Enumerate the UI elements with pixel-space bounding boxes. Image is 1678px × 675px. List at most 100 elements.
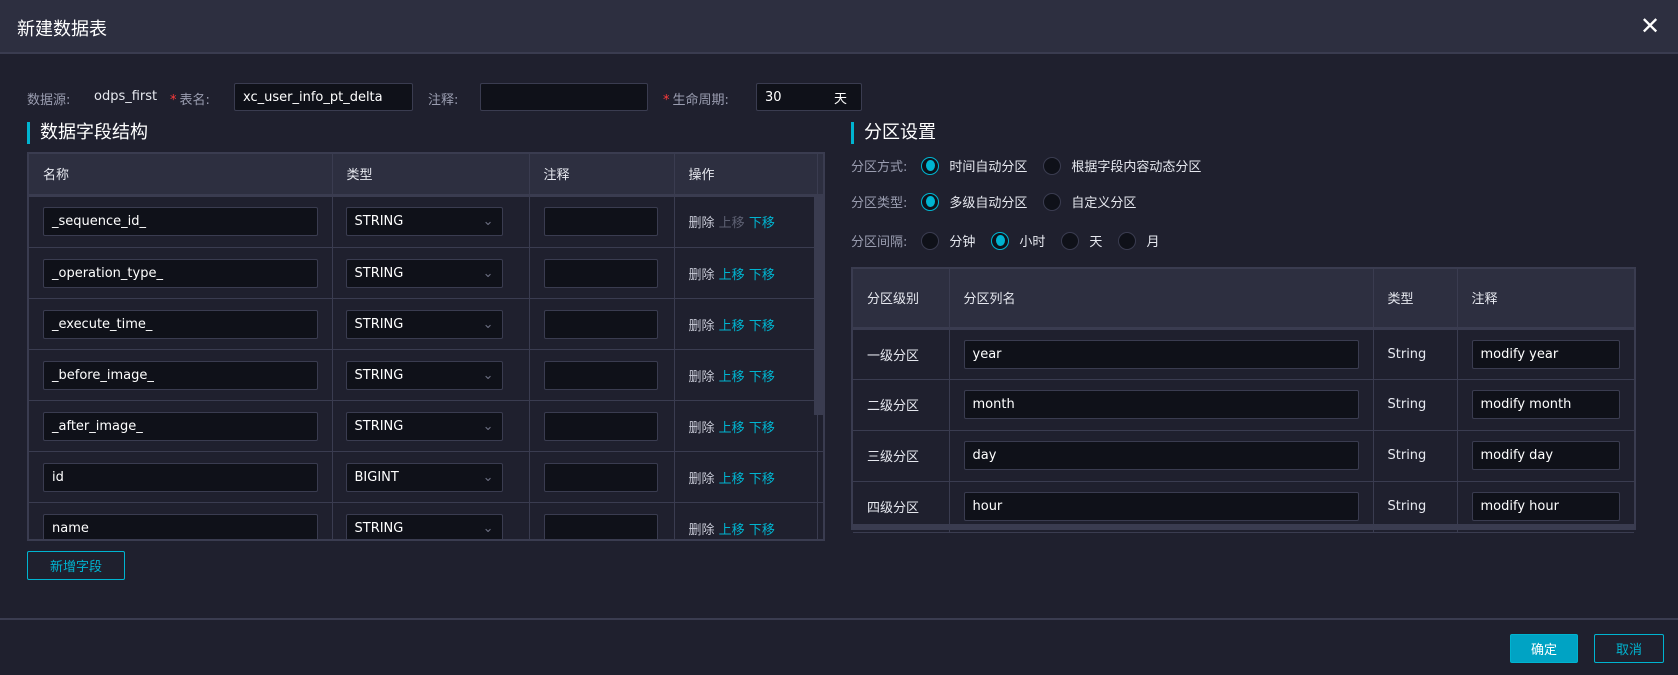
method-radio-option[interactable]: 时间自动分区	[921, 156, 1027, 175]
move-up-link[interactable]: 上移	[719, 421, 745, 436]
move-down-link[interactable]: 下移	[749, 472, 775, 487]
partition-row: 四级分区 hour String modify hour	[853, 481, 1634, 533]
fields-table: 名称 类型 注释 操作 _sequence_id_ STRING ⌄ 删除 上移 …	[27, 152, 825, 541]
table-name-input[interactable]: xc_user_info_pt_delta	[234, 83, 413, 111]
field-type-select[interactable]: STRING ⌄	[345, 513, 503, 539]
delete-link[interactable]: 删除	[689, 268, 715, 283]
interval-radio-option[interactable]: 天	[1061, 231, 1102, 250]
datasource-value: odps_first	[94, 89, 158, 104]
field-row: _operation_type_ STRING ⌄ 删除 上移 下移	[29, 247, 823, 299]
field-comment-input[interactable]	[543, 207, 658, 237]
field-row: _execute_time_ STRING ⌄ 删除 上移 下移	[29, 298, 823, 350]
move-down-link[interactable]: 下移	[749, 216, 775, 231]
type-label: 分区类型:	[851, 196, 908, 211]
col-comment: 注释	[529, 154, 675, 197]
move-up-link[interactable]: 上移	[719, 370, 745, 385]
field-comment-input[interactable]	[543, 360, 658, 390]
field-comment-input[interactable]	[543, 513, 658, 539]
datasource-label: 数据源:	[27, 93, 71, 108]
partition-type: String	[1373, 430, 1458, 482]
partition-comment-input[interactable]: modify day	[1471, 441, 1620, 470]
interval-radio-option[interactable]: 小时	[991, 231, 1045, 250]
field-type-value: STRING	[354, 520, 404, 536]
field-name-input[interactable]: _sequence_id_	[43, 207, 318, 237]
delete-link[interactable]: 删除	[689, 472, 715, 487]
lifecycle-input[interactable]: 30 天	[756, 83, 862, 111]
partition-name-input[interactable]: month	[963, 390, 1359, 419]
delete-link[interactable]: 删除	[689, 370, 715, 385]
field-type-value: STRING	[354, 367, 404, 383]
move-down-link[interactable]: 下移	[749, 523, 775, 538]
field-name-input[interactable]: _execute_time_	[43, 309, 318, 339]
comment-label: 注释:	[428, 93, 459, 108]
field-name-input[interactable]: id	[43, 462, 318, 492]
move-down-link[interactable]: 下移	[749, 319, 775, 334]
field-name-input[interactable]: _after_image_	[43, 411, 318, 441]
chevron-down-icon: ⌄	[482, 214, 494, 230]
partition-comment-input[interactable]: modify year	[1471, 339, 1620, 369]
radio-unchecked-icon	[1043, 156, 1062, 175]
partition-level: 三级分区	[853, 430, 950, 482]
type-radio-option[interactable]: 自定义分区	[1043, 192, 1136, 211]
field-name-input[interactable]: name	[43, 513, 318, 539]
cancel-button[interactable]: 取消	[1594, 634, 1664, 663]
field-row: _after_image_ STRING ⌄ 删除 上移 下移	[29, 400, 823, 452]
move-up-link[interactable]: 上移	[719, 268, 745, 283]
fields-scrollbar[interactable]	[814, 195, 823, 415]
dialog-header	[0, 0, 1678, 54]
field-type-select[interactable]: STRING ⌄	[345, 258, 503, 288]
move-up-link[interactable]: 上移	[719, 472, 745, 487]
radio-unchecked-icon	[1043, 192, 1062, 211]
interval-label: 分区间隔:	[851, 235, 908, 250]
method-radio-option[interactable]: 根据字段内容动态分区	[1043, 156, 1201, 175]
chevron-down-icon: ⌄	[482, 469, 494, 485]
partition-name-input[interactable]: day	[963, 441, 1359, 470]
delete-link[interactable]: 删除	[689, 216, 715, 231]
fields-section-title: 数据字段结构	[27, 122, 148, 144]
comment-input[interactable]	[480, 83, 648, 111]
add-field-button[interactable]: 新增字段	[27, 551, 125, 580]
field-type-select[interactable]: STRING ⌄	[345, 309, 503, 339]
field-comment-input[interactable]	[543, 258, 658, 288]
method-label: 分区方式:	[851, 160, 908, 175]
partition-name-input[interactable]: year	[963, 339, 1359, 369]
field-type-select[interactable]: STRING ⌄	[345, 360, 503, 390]
delete-link[interactable]: 删除	[689, 421, 715, 436]
move-down-link[interactable]: 下移	[749, 421, 775, 436]
close-icon[interactable]: ✕	[1640, 12, 1660, 40]
move-down-link[interactable]: 下移	[749, 370, 775, 385]
move-down-link[interactable]: 下移	[749, 268, 775, 283]
delete-link[interactable]: 删除	[689, 523, 715, 538]
delete-link[interactable]: 删除	[689, 319, 715, 334]
field-comment-input[interactable]	[543, 411, 658, 441]
field-name-input[interactable]: _before_image_	[43, 360, 318, 390]
partition-type: String	[1373, 328, 1458, 380]
field-name-input[interactable]: _operation_type_	[43, 258, 318, 288]
col-partition-comment: 注释	[1457, 269, 1634, 330]
radio-checked-icon	[991, 231, 1010, 250]
partition-type-group: 分区类型: 多级自动分区 自定义分区	[851, 192, 1152, 211]
partition-name-input[interactable]: hour	[963, 492, 1359, 521]
move-up-link[interactable]: 上移	[719, 319, 745, 334]
field-type-select[interactable]: STRING ⌄	[345, 411, 503, 441]
field-comment-input[interactable]	[543, 309, 658, 339]
field-comment-input[interactable]	[543, 462, 658, 492]
field-type-select[interactable]: BIGINT ⌄	[345, 462, 503, 492]
field-row: _sequence_id_ STRING ⌄ 删除 上移 下移	[29, 196, 823, 248]
radio-label: 自定义分区	[1071, 196, 1137, 211]
chevron-down-icon: ⌄	[482, 316, 494, 332]
chevron-down-icon: ⌄	[482, 418, 494, 434]
field-type-select[interactable]: STRING ⌄	[345, 207, 503, 237]
partition-comment-input[interactable]: modify hour	[1471, 492, 1620, 521]
radio-checked-icon	[921, 192, 940, 211]
ok-button[interactable]: 确定	[1510, 634, 1578, 663]
type-radio-option[interactable]: 多级自动分区	[921, 192, 1027, 211]
move-up-link[interactable]: 上移	[719, 523, 745, 538]
interval-radio-option[interactable]: 分钟	[921, 231, 975, 250]
field-type-value: STRING	[354, 214, 404, 230]
interval-radio-option[interactable]: 月	[1118, 231, 1159, 250]
radio-label: 时间自动分区	[949, 160, 1028, 175]
partition-comment-input[interactable]: modify month	[1471, 390, 1620, 419]
partition-table: 分区级别 分区列名 类型 注释 一级分区 year String modify …	[851, 267, 1636, 533]
lifecycle-unit: 天	[833, 91, 847, 107]
